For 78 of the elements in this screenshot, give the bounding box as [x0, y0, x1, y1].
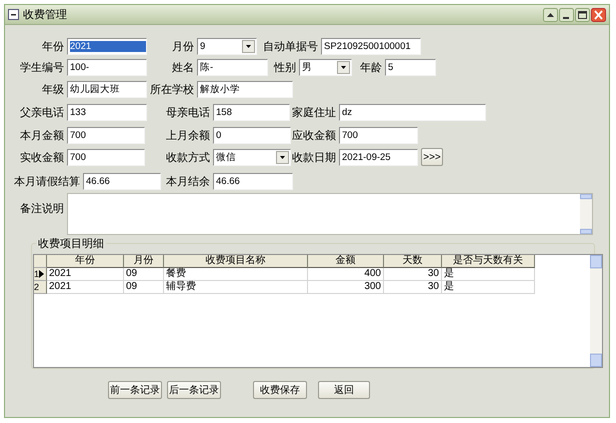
input-field[interactable]: 2021-09-25: [339, 148, 418, 166]
table-cell: 餐费: [164, 268, 308, 281]
table-cell: 400: [308, 268, 384, 281]
field-label: 年份: [41, 40, 65, 54]
field-label: 备注说明: [19, 202, 65, 217]
input-field[interactable]: 46.66: [213, 172, 293, 190]
field-label: 年级: [41, 82, 65, 96]
field-label: 父亲电话: [19, 106, 65, 120]
row-header[interactable]: 1: [34, 268, 47, 281]
scrollbar[interactable]: [580, 194, 592, 234]
action-button[interactable]: 后一条记录: [167, 381, 221, 399]
table-cell: 2021: [47, 281, 124, 294]
window-title: 收费管理: [23, 8, 68, 22]
field-label: 本月结余: [165, 174, 211, 188]
field-label: 姓名: [171, 60, 195, 74]
input-field[interactable]: 158: [213, 104, 290, 120]
minimize-icon[interactable]: [559, 8, 574, 22]
table-cell: 09: [124, 281, 164, 294]
table-cell: 300: [308, 281, 384, 294]
notes-field[interactable]: [67, 193, 593, 235]
field-label: 月份: [171, 40, 195, 54]
maximize-icon[interactable]: [575, 8, 590, 22]
table-cell: 辅导费: [164, 281, 308, 294]
field-label: 收款方式: [165, 150, 211, 164]
field-label: 应收金额: [291, 128, 337, 142]
field-label: 性别: [272, 60, 297, 74]
table-cell: 30: [384, 268, 442, 281]
input-field[interactable]: 133: [67, 104, 147, 120]
input-field[interactable]: 700: [339, 126, 418, 144]
input-field[interactable]: 700: [67, 126, 145, 144]
input-field[interactable]: 陈-: [197, 58, 268, 76]
input-field[interactable]: 700: [67, 148, 145, 166]
scrollbar[interactable]: [590, 255, 602, 367]
row-header[interactable]: 2: [34, 281, 47, 294]
table-cell: 是: [442, 268, 535, 281]
field-label: 年龄: [359, 60, 383, 74]
close-icon[interactable]: [591, 8, 606, 22]
more-button[interactable]: >>>: [421, 148, 443, 166]
field-label: 收款日期: [291, 150, 337, 164]
input-field[interactable]: 幼儿园大班: [67, 80, 147, 98]
dropdown[interactable]: 9: [197, 38, 257, 54]
header-cell: [34, 255, 47, 268]
action-button[interactable]: 前一条记录: [108, 381, 162, 399]
field-label: 本月金额: [19, 128, 65, 142]
table-cell: 30: [384, 281, 442, 294]
input-field[interactable]: 5: [385, 58, 436, 76]
current-row-icon: [39, 270, 44, 278]
dropdown[interactable]: 微信: [213, 148, 291, 166]
input-field[interactable]: 0: [213, 126, 291, 144]
column-header[interactable]: 月份: [124, 255, 164, 268]
roll-up-icon[interactable]: [543, 8, 558, 22]
column-header[interactable]: 天数: [384, 255, 442, 268]
field-label: 母亲电话: [165, 106, 211, 120]
table-cell: 2021: [47, 268, 124, 281]
group-title: 收费项目明细: [36, 236, 106, 251]
table-cell: 09: [124, 268, 164, 281]
field-label: 实收金额: [19, 150, 65, 164]
column-header[interactable]: 年份: [47, 255, 124, 268]
column-header[interactable]: 是否与天数有关: [442, 255, 535, 268]
field-label: 家庭住址: [291, 106, 337, 120]
input-field[interactable]: dz: [339, 104, 486, 120]
field-label: 学生编号: [19, 60, 65, 74]
field-label: 自动单据号: [262, 40, 319, 54]
dropdown[interactable]: 男: [299, 58, 352, 76]
input-field[interactable]: 2021: [67, 38, 147, 54]
field-label: 所在学校: [149, 82, 195, 96]
action-button[interactable]: 返回: [318, 381, 370, 399]
field-label: 本月请假结算: [13, 174, 81, 188]
table-cell: 是: [442, 281, 535, 294]
field-label: 上月余额: [165, 128, 211, 142]
column-header[interactable]: 收费项目名称: [164, 255, 308, 268]
input-field[interactable]: 解放小学: [197, 80, 293, 98]
column-header[interactable]: 金额: [308, 255, 384, 268]
action-button[interactable]: 收费保存: [253, 381, 307, 399]
input-field[interactable]: SP21092500100001: [321, 38, 421, 54]
input-field[interactable]: 46.66: [83, 172, 161, 190]
input-field[interactable]: 100-: [67, 58, 147, 76]
window-menu-icon[interactable]: [8, 9, 19, 20]
